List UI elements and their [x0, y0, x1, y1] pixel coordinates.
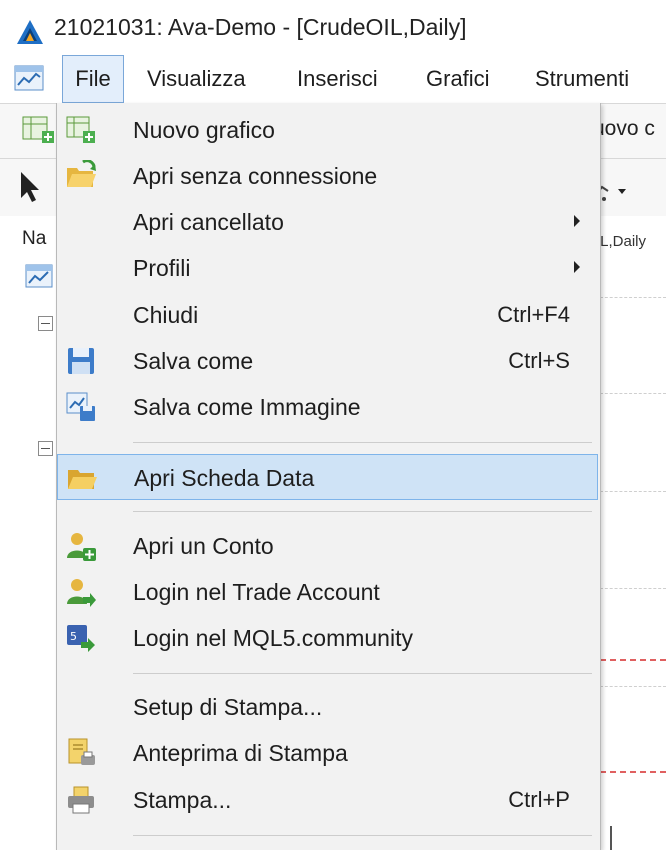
open-offline-icon	[67, 160, 96, 187]
cursor-icon[interactable]	[18, 170, 42, 204]
login-trade-icon	[67, 579, 96, 607]
menu-separator	[133, 442, 592, 443]
save-icon	[68, 348, 94, 374]
menu-item-apri-scheda-data[interactable]: Apri Scheda Data	[57, 454, 598, 500]
menu-item-label: Apri Scheda Data	[134, 465, 315, 491]
menu-item-label: Nuovo grafico	[133, 117, 275, 143]
menu-item-salva-come-immagine[interactable]: Salva come Immagine	[57, 384, 598, 430]
menu-item-profili[interactable]: Profili	[57, 245, 598, 291]
navigator-title: Na	[22, 228, 47, 249]
menu-item-apri-senza-connessione[interactable]: Apri senza connessione	[57, 153, 598, 199]
toolbar-new-order-label[interactable]: uovo c	[593, 117, 655, 141]
menu-item-salva-come[interactable]: Salva come Ctrl+S	[57, 338, 598, 384]
tree-collapse-icon[interactable]	[38, 316, 53, 331]
menu-item-label: Apri senza connessione	[133, 163, 378, 189]
menu-item-label: Anteprima di Stampa	[133, 740, 348, 766]
mql5-login-icon: 5	[67, 625, 95, 652]
menu-item-label: Login nel Trade Account	[133, 579, 380, 605]
menu-separator	[133, 835, 592, 836]
menu-item-label: Stampa...	[133, 787, 232, 813]
file-menu-dropdown: Nuovo grafico Apri senza connessione Apr…	[56, 103, 601, 850]
chart-bar	[610, 826, 612, 850]
navigator-panel	[0, 216, 61, 850]
app-logo-icon	[17, 20, 43, 44]
open-account-icon	[67, 533, 96, 561]
submenu-arrow-icon	[574, 261, 580, 273]
chart-grid-line	[600, 297, 666, 298]
menu-item-label: Salva come	[133, 348, 254, 374]
menu-item-nuovo-grafico[interactable]: Nuovo grafico	[57, 107, 598, 153]
menu-item-chiudi[interactable]: Chiudi Ctrl+F4	[57, 292, 598, 338]
menu-file[interactable]: File	[62, 55, 124, 103]
tree-collapse-icon[interactable]	[38, 441, 53, 456]
menu-item-anteprima-stampa[interactable]: Anteprima di Stampa	[57, 730, 598, 776]
printer-icon	[68, 786, 94, 814]
chart-level-line	[600, 771, 666, 773]
navigator-terminal-icon[interactable]	[24, 262, 54, 292]
save-image-icon	[66, 392, 95, 421]
chart-grid-line	[600, 491, 666, 492]
menu-bar: File Visualizza Inserisci Grafici Strume…	[0, 55, 666, 103]
menu-strumenti[interactable]: Strumenti	[535, 55, 629, 103]
new-chart-toolbar-icon[interactable]	[22, 115, 56, 145]
menu-item-label: Login nel MQL5.community	[133, 625, 413, 651]
menu-item-label: Setup di Stampa...	[133, 694, 323, 720]
menu-item-login-mql5[interactable]: 5 Login nel MQL5.community	[57, 615, 598, 661]
menu-grafici[interactable]: Grafici	[426, 55, 490, 103]
menu-item-label: Profili	[133, 255, 191, 281]
menu-item-shortcut: Ctrl+S	[508, 348, 570, 373]
svg-text:5: 5	[70, 630, 77, 643]
menu-separator	[133, 511, 592, 512]
new-chart-icon	[66, 116, 95, 143]
menu-item-label: Apri cancellato	[133, 209, 284, 235]
print-preview-icon	[68, 738, 95, 765]
menu-item-label: Salva come Immagine	[133, 394, 361, 420]
menu-inserisci[interactable]: Inserisci	[297, 55, 378, 103]
chart-grid-line	[600, 393, 666, 394]
menu-item-label: Apri un Conto	[133, 533, 274, 559]
menu-item-login-trade-account[interactable]: Login nel Trade Account	[57, 569, 598, 615]
menu-item-label: Chiudi	[133, 302, 199, 328]
menu-item-shortcut: Ctrl+P	[508, 787, 570, 812]
menu-item-stampa[interactable]: Stampa... Ctrl+P	[57, 777, 598, 823]
chart-window-icon[interactable]	[14, 65, 44, 91]
submenu-arrow-icon	[574, 215, 580, 227]
chart-level-line	[600, 659, 666, 661]
chart-grid-line	[600, 686, 666, 687]
folder-icon	[68, 470, 97, 489]
menu-item-setup-stampa[interactable]: Setup di Stampa...	[57, 684, 598, 730]
chart-tab-label[interactable]: IL,Daily	[596, 233, 646, 250]
window-title: 21021031: Ava-Demo - [CrudeOIL,Daily]	[54, 14, 467, 40]
menu-visualizza[interactable]: Visualizza	[147, 55, 246, 103]
menu-separator	[133, 673, 592, 674]
title-bar: 21021031: Ava-Demo - [CrudeOIL,Daily]	[0, 0, 666, 54]
menu-item-apri-cancellato[interactable]: Apri cancellato	[57, 199, 598, 245]
chart-area	[596, 216, 666, 850]
chart-grid-line	[600, 588, 666, 589]
menu-item-shortcut: Ctrl+F4	[497, 302, 570, 327]
menu-item-apri-un-conto[interactable]: Apri un Conto	[57, 523, 598, 569]
